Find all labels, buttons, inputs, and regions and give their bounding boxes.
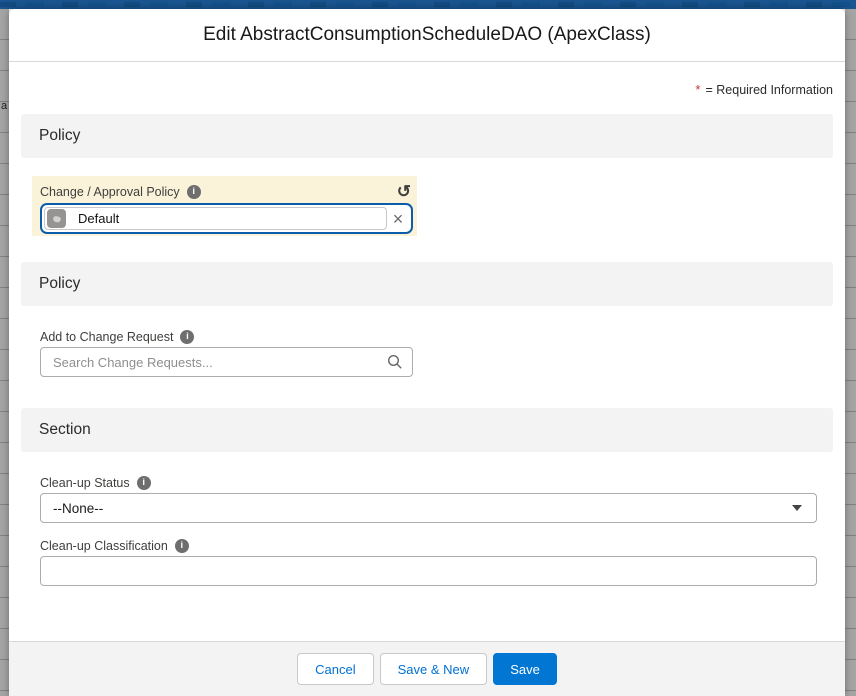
info-icon[interactable]: i (175, 539, 189, 553)
modal-header: Edit AbstractConsumptionScheduleDAO (Ape… (9, 9, 845, 62)
background-app-header (0, 0, 856, 9)
close-icon[interactable]: × (387, 210, 409, 228)
background-header-tabs (0, 2, 856, 7)
section-header-policy-1: Policy (21, 114, 833, 158)
change-request-search-input[interactable] (40, 347, 413, 377)
cancel-button[interactable]: Cancel (297, 653, 373, 685)
section-title: Policy (39, 275, 80, 293)
cleanup-status-field: Clean-up Status i --None-- (40, 476, 817, 523)
info-icon[interactable]: i (137, 476, 151, 490)
change-approval-policy-field: Change / Approval Policy i ↺ Default × (32, 176, 417, 236)
cleanup-classification-field: Clean-up Classification i (40, 539, 817, 586)
cleanup-classification-input[interactable] (40, 556, 817, 586)
background-page-left-edge: a (0, 9, 9, 696)
save-button[interactable]: Save (493, 653, 557, 685)
section-title: Section (39, 421, 91, 439)
cleanup-status-select[interactable]: --None-- (40, 493, 817, 523)
cleanup-status-label: Clean-up Status i (40, 476, 817, 490)
section-header-section: Section (21, 408, 833, 452)
change-approval-policy-lookup[interactable]: Default × (40, 203, 413, 234)
required-information-note: * = Required Information (21, 82, 833, 98)
required-text: = Required Information (705, 83, 833, 97)
add-to-change-request-field: Add to Change Request i (40, 330, 413, 377)
undo-icon[interactable]: ↺ (395, 185, 413, 199)
cleanup-status-value: --None-- (53, 501, 103, 516)
record-icon (47, 209, 66, 228)
modal-title: Edit AbstractConsumptionScheduleDAO (Ape… (203, 24, 651, 46)
change-approval-policy-label: Change / Approval Policy (40, 185, 180, 199)
info-icon[interactable]: i (180, 330, 194, 344)
modal-body: * = Required Information Policy Change / … (9, 62, 845, 641)
search-icon[interactable] (387, 354, 403, 370)
background-page-right-edge (845, 9, 856, 696)
info-icon[interactable]: i (187, 185, 201, 199)
background-edge-text: a (1, 101, 7, 112)
required-asterisk: * (695, 82, 700, 97)
section-title: Policy (39, 127, 80, 145)
add-to-change-request-label: Add to Change Request i (40, 330, 413, 344)
cleanup-classification-label: Clean-up Classification i (40, 539, 817, 553)
lookup-pill-value: Default (78, 211, 119, 226)
section-header-policy-2: Policy (21, 262, 833, 306)
chevron-down-icon (792, 505, 802, 511)
modal-footer: Cancel Save & New Save (9, 641, 845, 696)
lookup-pill[interactable]: Default (44, 207, 387, 230)
save-and-new-button[interactable]: Save & New (380, 653, 488, 685)
edit-record-modal: Edit AbstractConsumptionScheduleDAO (Ape… (9, 9, 845, 696)
